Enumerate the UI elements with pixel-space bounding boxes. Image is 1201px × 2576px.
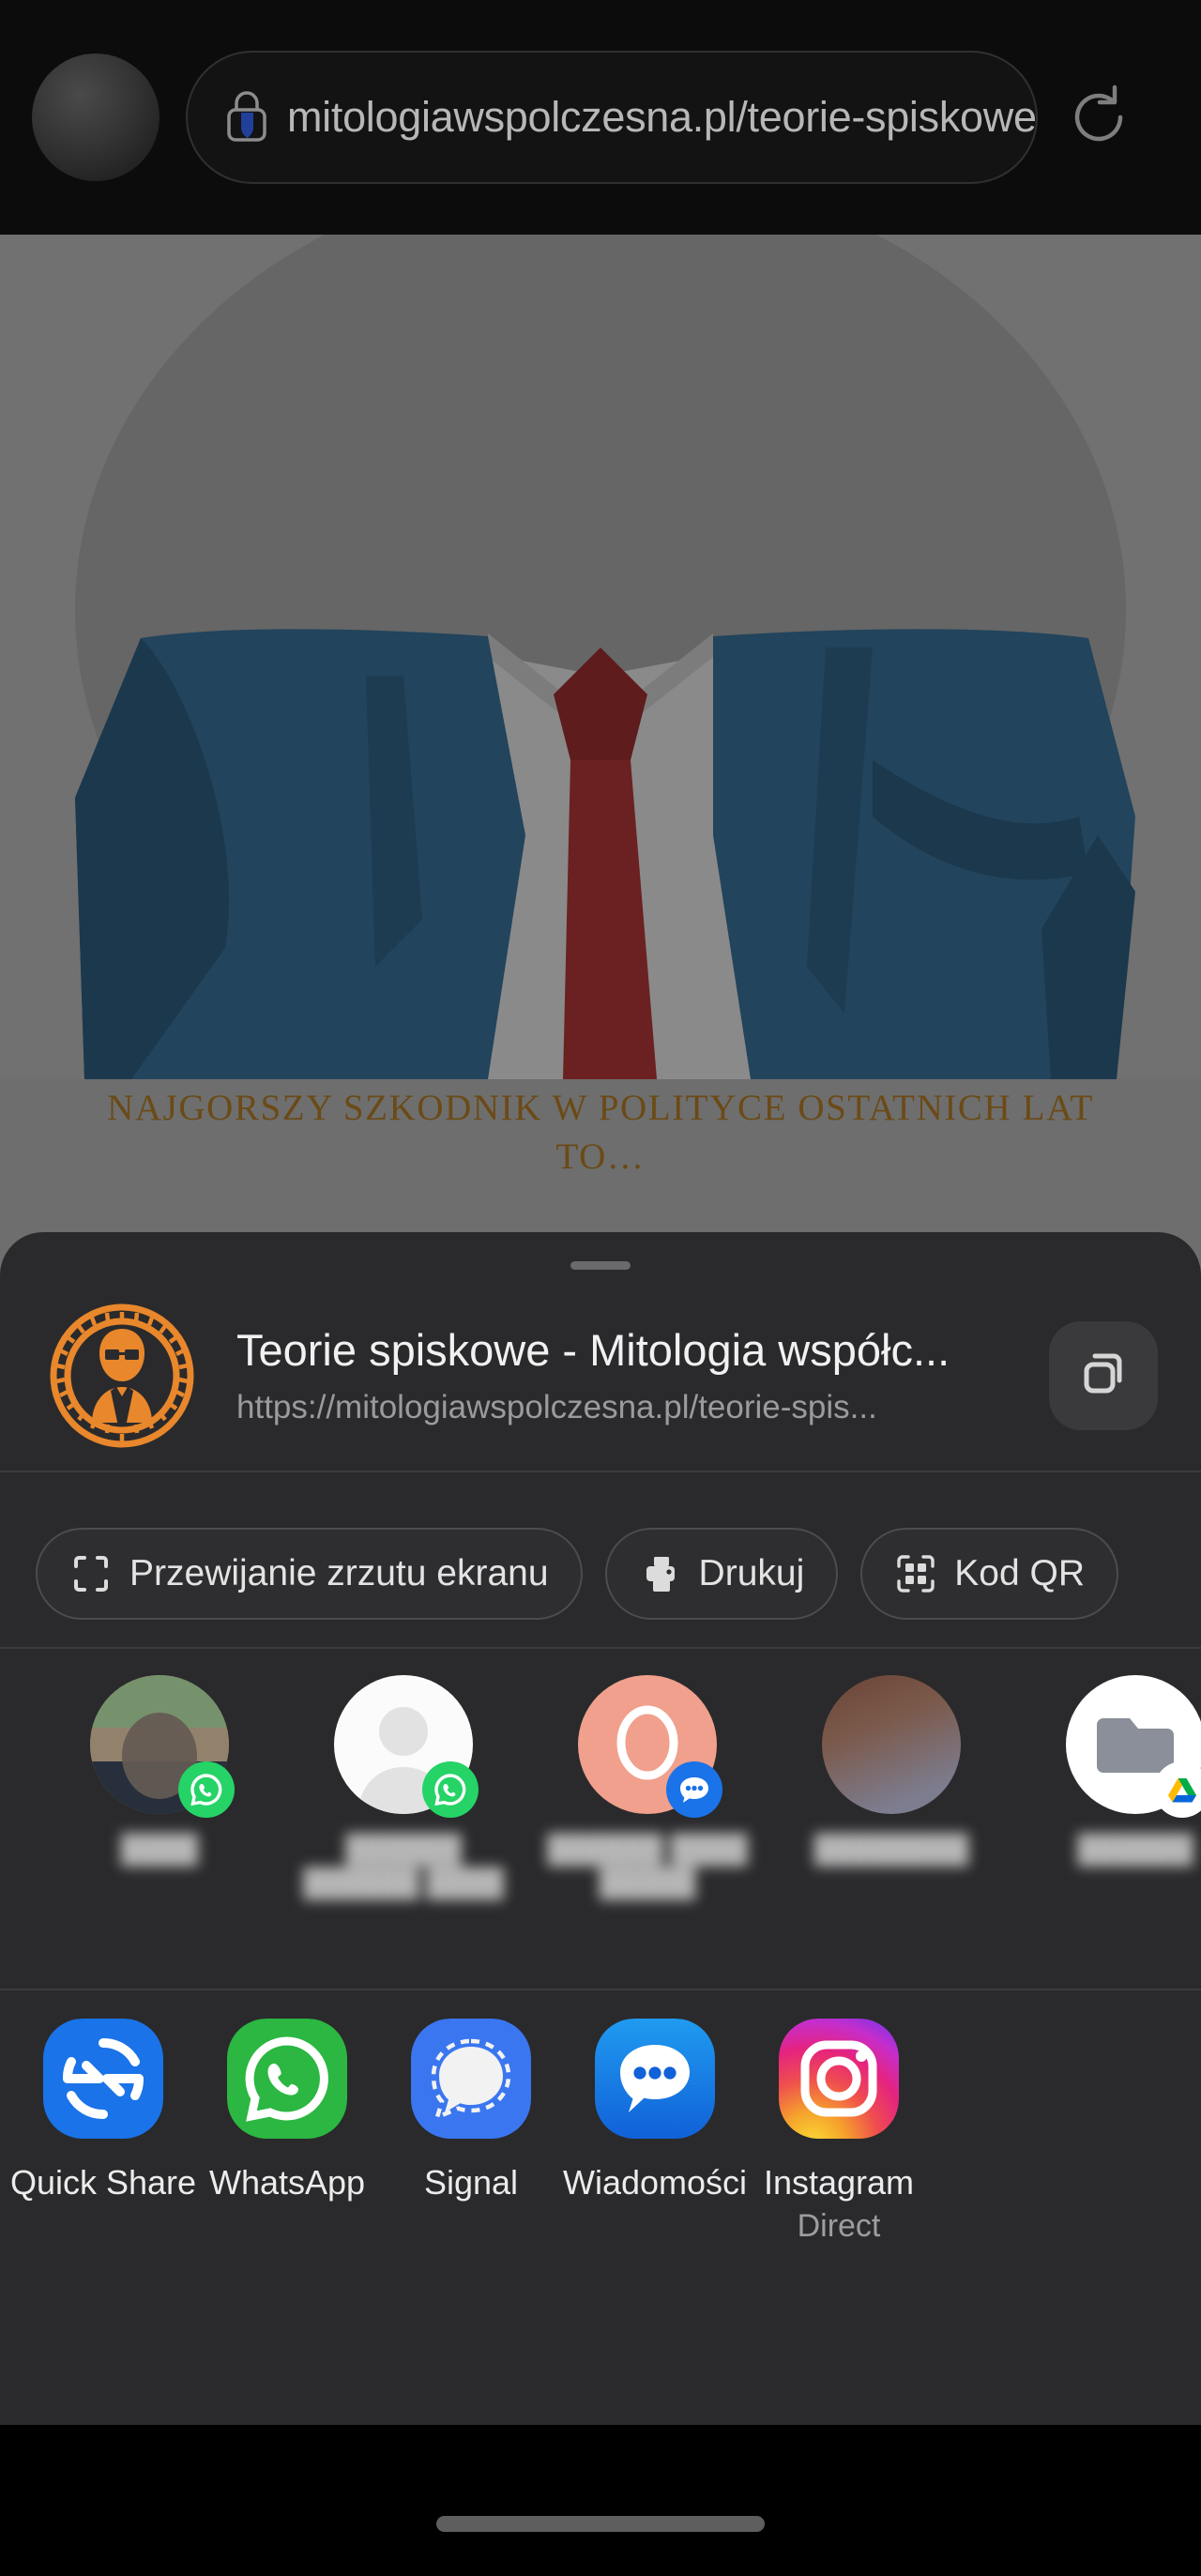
- contact-item[interactable]: ████: [38, 1675, 281, 1955]
- app-messages[interactable]: Wiadomości: [563, 2019, 747, 2328]
- chip-label: Przewijanie zrzutu ekranu: [129, 1553, 549, 1593]
- chip-scrolling-screenshot[interactable]: Przewijanie zrzutu ekranu: [36, 1528, 583, 1620]
- messages-icon: [595, 2019, 715, 2139]
- app-label: WhatsApp: [208, 2163, 366, 2202]
- lock-shield-icon: [225, 91, 268, 144]
- contact-item[interactable]: ████████: [769, 1675, 1013, 1955]
- mitologia-wspolczesna-logo: [47, 1301, 197, 1451]
- home-indicator[interactable]: [436, 2516, 765, 2532]
- chip-qr-code[interactable]: Kod QR: [860, 1528, 1118, 1620]
- share-sheet: Teorie spiskowe - Mitologia współc... ht…: [0, 1232, 1201, 2425]
- app-label: Signal: [423, 2163, 519, 2202]
- divider-chips: [0, 1647, 1201, 1649]
- copy-link-button[interactable]: [1049, 1321, 1158, 1430]
- photo-avatar-portrait: [822, 1675, 961, 1814]
- contact-name: ██████ ████ █████: [547, 1835, 748, 1899]
- hero-illustration: [0, 235, 1201, 1079]
- app-instagram-direct[interactable]: Instagram Direct: [764, 2019, 914, 2328]
- app-sublabel: Direct: [797, 2208, 881, 2244]
- page-title: NAJGORSZY SZKODNIK W POLITYCE OSTATNICH …: [107, 1088, 1094, 1177]
- profile-avatar-icon[interactable]: [32, 53, 160, 181]
- direct-share-contacts-row[interactable]: ████ ██████ ██████ ████ ██████ ████ ████…: [0, 1675, 1201, 1955]
- chip-print[interactable]: Drukuj: [604, 1528, 839, 1620]
- drive-badge: [1154, 1761, 1201, 1818]
- divider-header: [0, 1471, 1201, 1472]
- app-whatsapp[interactable]: WhatsApp: [209, 2019, 365, 2328]
- share-target-header: Teorie spiskowe - Mitologia współc... ht…: [0, 1291, 1201, 1460]
- app-signal[interactable]: Signal: [402, 2019, 540, 2328]
- whatsapp-badge: [178, 1761, 235, 1818]
- url-bar[interactable]: mitologiawspolczesna.pl/teorie-spiskowe/: [186, 51, 1038, 184]
- quick-share-icon: [43, 2019, 163, 2139]
- whatsapp-icon: [227, 2019, 347, 2139]
- phone-screen: mitologiawspolczesna.pl/teorie-spiskowe/: [0, 0, 1201, 2576]
- url-text: mitologiawspolczesna.pl/teorie-spiskowe/: [287, 93, 1038, 141]
- share-page-url: https://mitologiawspolczesna.pl/teorie-s…: [236, 1388, 877, 1425]
- app-label: Instagram: [763, 2163, 915, 2202]
- quick-actions-row[interactable]: Przewijanie zrzutu ekranu Drukuj Kod QR: [0, 1510, 1201, 1638]
- drag-handle-icon[interactable]: [570, 1261, 631, 1270]
- share-target-texts: Teorie spiskowe - Mitologia współc... ht…: [197, 1325, 1049, 1426]
- system-navigation-bar: [0, 2425, 1201, 2576]
- whatsapp-badge: [422, 1761, 479, 1818]
- printer-icon: [639, 1552, 682, 1595]
- share-apps-row[interactable]: Quick Share WhatsApp Signal Wiadomości I…: [0, 2019, 1201, 2328]
- browser-toolbar: mitologiawspolczesna.pl/teorie-spiskowe/: [0, 0, 1201, 235]
- signal-icon: [411, 2019, 531, 2139]
- contact-item[interactable]: ██████ ██████ ████: [281, 1675, 525, 1955]
- contact-name: ████: [120, 1835, 199, 1865]
- chip-label: Kod QR: [954, 1553, 1085, 1593]
- contact-name: ████████: [813, 1835, 969, 1865]
- contact-name: ██████ ██████ ████: [303, 1835, 504, 1899]
- app-label: Quick Share: [9, 2163, 197, 2202]
- contact-name: ██████: [1077, 1835, 1193, 1865]
- reload-icon[interactable]: [1062, 81, 1135, 154]
- instagram-icon: [779, 2019, 899, 2139]
- contact-item[interactable]: ██████: [1013, 1675, 1201, 1955]
- divider-contacts: [0, 1989, 1201, 1990]
- share-page-title: Teorie spiskowe - Mitologia współc...: [236, 1324, 950, 1375]
- chip-label: Drukuj: [698, 1553, 805, 1593]
- app-label: Wiadomości: [562, 2163, 748, 2202]
- app-quick-share[interactable]: Quick Share: [10, 2019, 196, 2328]
- contact-item[interactable]: ██████ ████ █████: [525, 1675, 769, 1955]
- copy-icon: [1075, 1346, 1132, 1407]
- messages-badge: [666, 1761, 722, 1818]
- scrolling-screenshot-icon: [69, 1552, 113, 1595]
- qr-code-icon: [894, 1552, 937, 1595]
